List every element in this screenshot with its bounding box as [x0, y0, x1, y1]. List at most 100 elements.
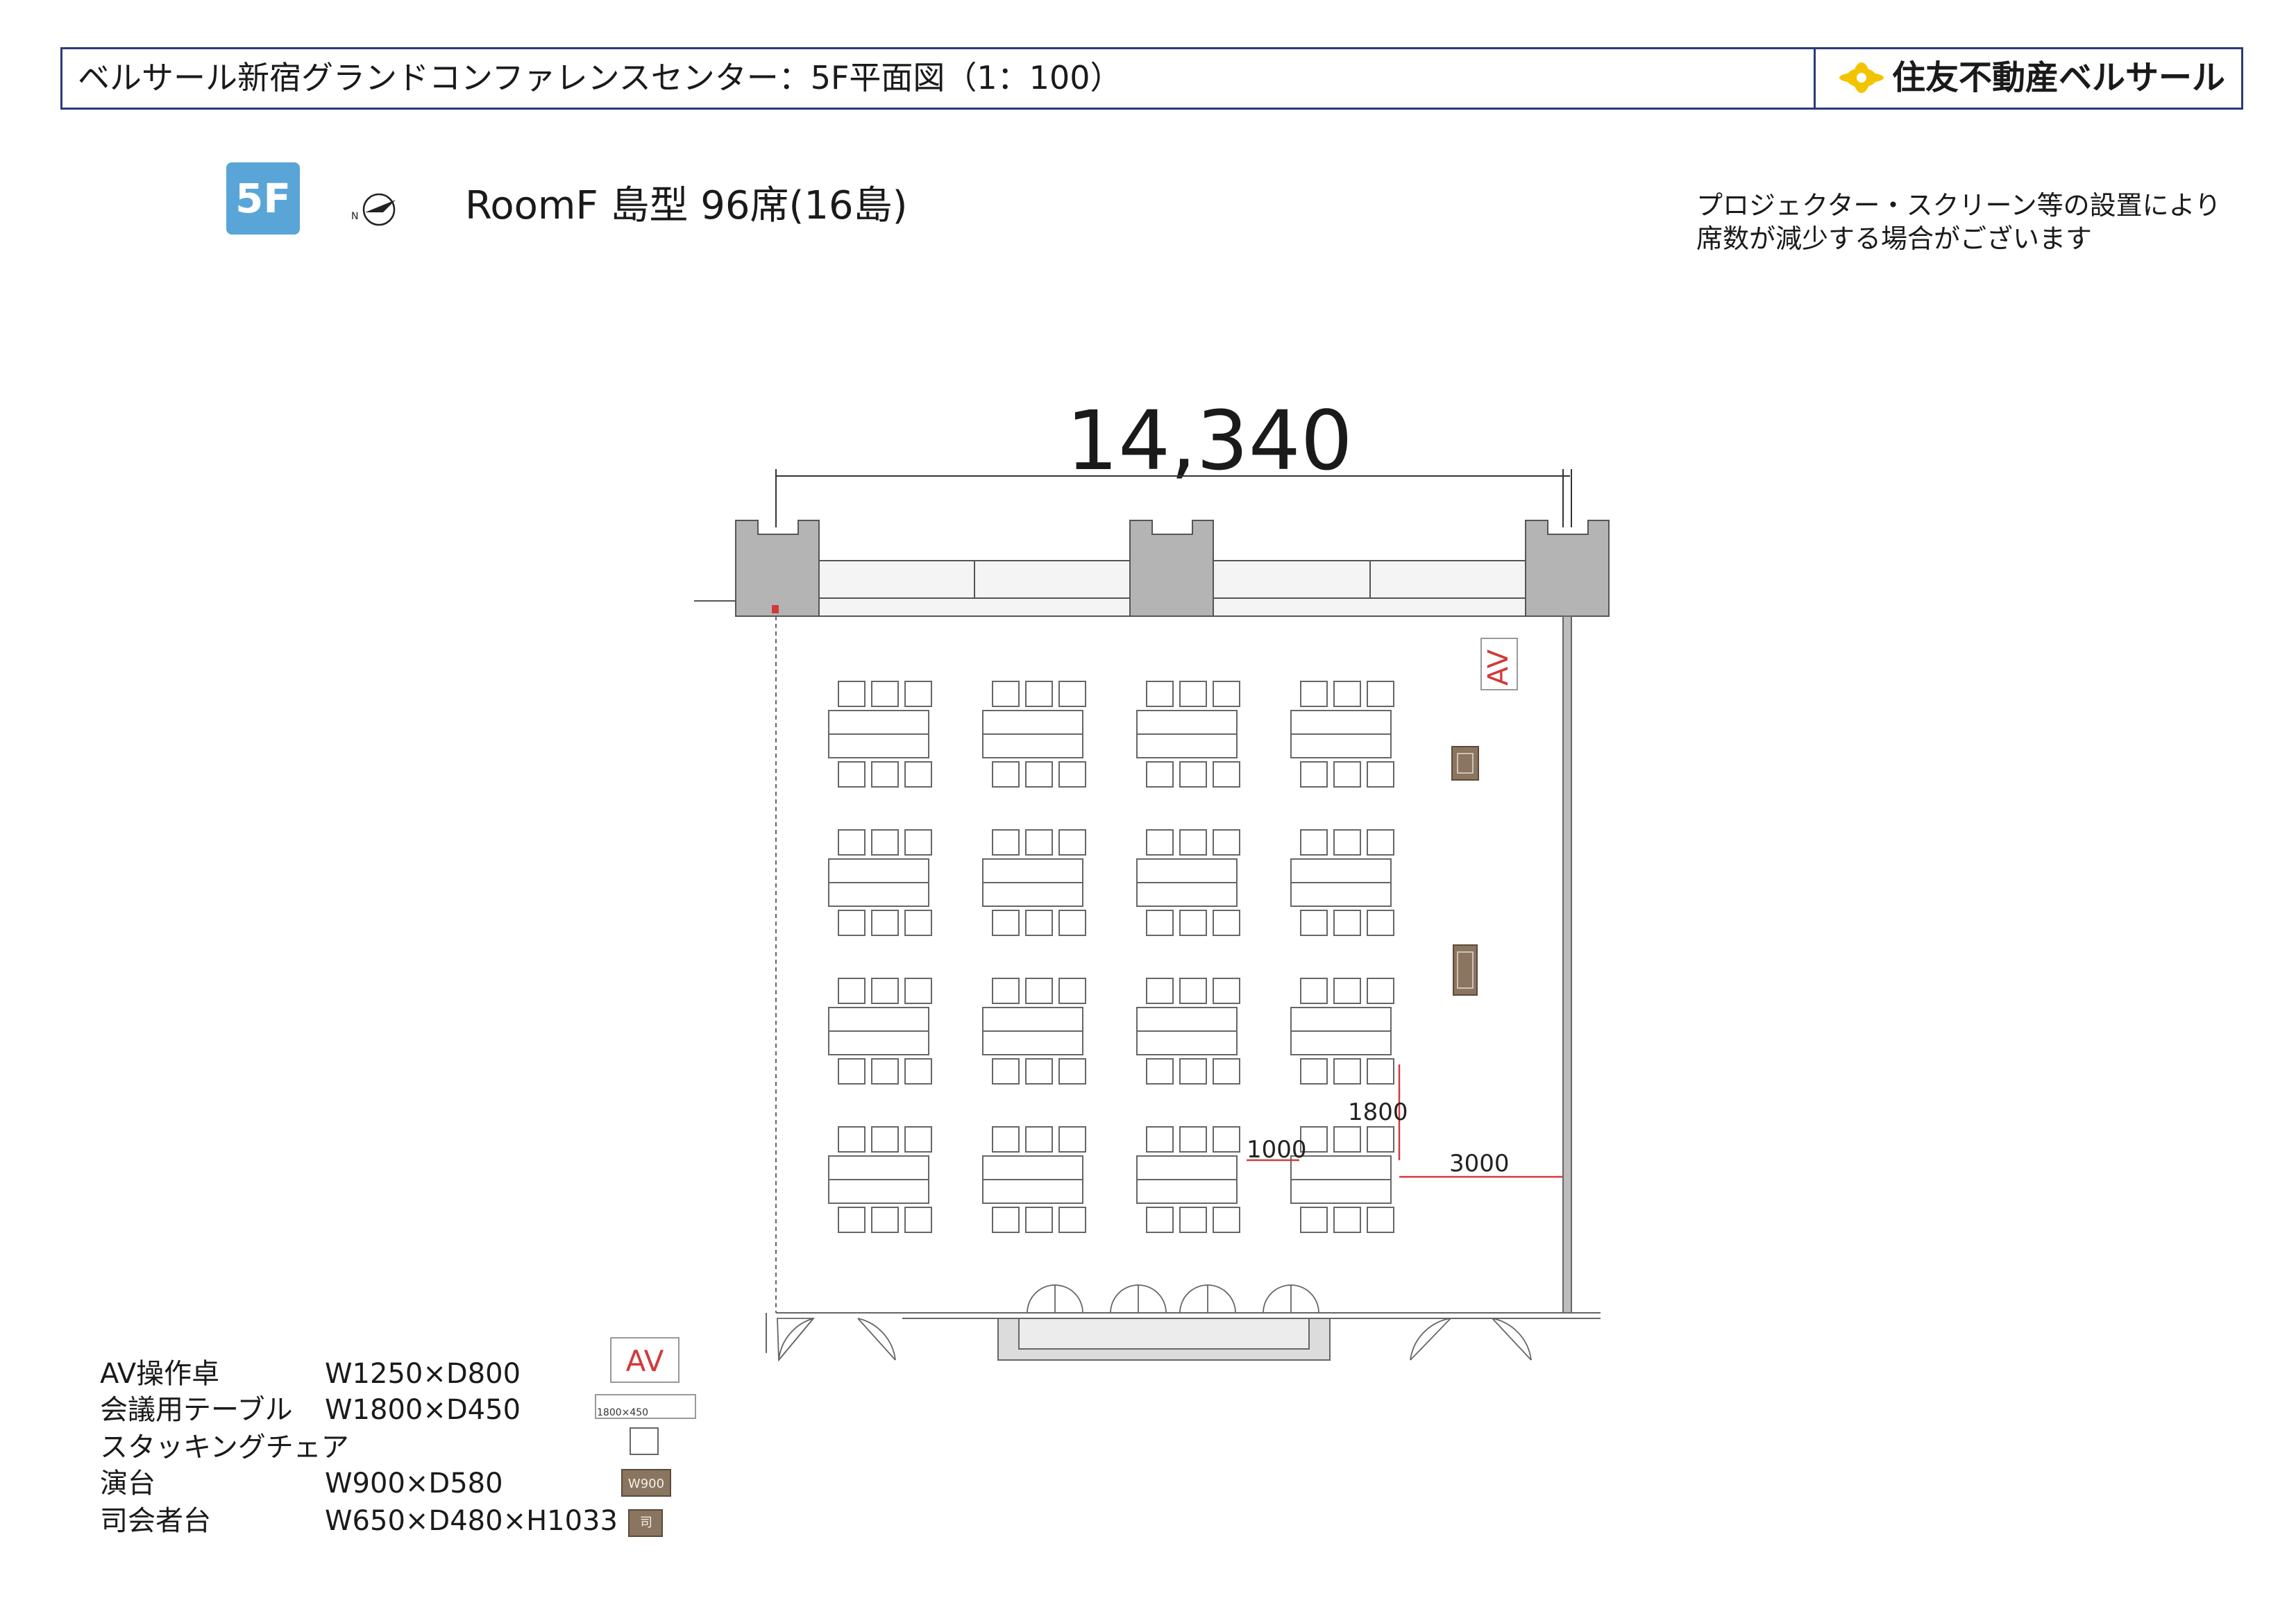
conference-table: [1290, 882, 1392, 907]
podium-icon: W900: [621, 1469, 671, 1497]
chair: [1025, 1207, 1053, 1233]
chair: [1333, 1126, 1361, 1153]
chair: [1213, 910, 1240, 936]
chair: [1025, 829, 1053, 856]
chair: [1213, 1058, 1240, 1085]
chair: [1300, 1058, 1328, 1085]
chair: [1333, 1207, 1361, 1233]
chair: [904, 1207, 932, 1233]
dim-horizontal-gap: 1000: [1247, 1136, 1307, 1164]
legend-size: W1800×D450: [325, 1394, 521, 1426]
chair: [838, 1126, 866, 1153]
chair: [871, 1126, 899, 1153]
conference-table: [982, 882, 1083, 907]
chair: [1058, 681, 1086, 707]
top-wall: [694, 520, 1610, 617]
seating-island: [1290, 681, 1394, 788]
seating-island: [1136, 829, 1240, 936]
chair: [1146, 761, 1174, 788]
chair: [1179, 829, 1207, 856]
width-dimension-line: [775, 469, 1572, 527]
chair: [1025, 761, 1053, 788]
chair: [1025, 1058, 1053, 1085]
conference-table: [1290, 1030, 1392, 1055]
chair: [992, 681, 1020, 707]
chair: [1179, 910, 1207, 936]
conference-table: [828, 882, 929, 907]
spacing-dimensions: 1800 1000 3000: [1247, 1064, 1563, 1178]
conference-table: [828, 1030, 929, 1055]
chair: [1179, 1058, 1207, 1085]
conference-table: [1136, 882, 1238, 907]
chair: [1213, 829, 1240, 856]
av-icon: AV: [610, 1337, 679, 1383]
column-marker: [772, 605, 779, 613]
legend-size: W1250×D800: [325, 1358, 521, 1390]
conference-table: [1290, 733, 1392, 758]
chair: [871, 1058, 899, 1085]
conference-table: [982, 710, 1083, 735]
chair: [838, 910, 866, 936]
chair: [838, 978, 866, 1004]
chair: [1300, 978, 1328, 1004]
chair: [904, 1126, 932, 1153]
chair: [1146, 681, 1174, 707]
chair: [838, 1207, 866, 1233]
column-right: [1525, 520, 1610, 617]
legend-name: 会議用テーブル: [100, 1394, 293, 1426]
right-wall: [1562, 615, 1572, 1314]
conference-table: [1290, 710, 1392, 735]
conference-table: [982, 1007, 1083, 1032]
legend-name: AV操作卓: [100, 1358, 220, 1390]
legend-row: AV操作卓: [100, 1356, 219, 1392]
conference-table: [1290, 858, 1392, 883]
chair: [1213, 1126, 1240, 1153]
chair: [1179, 681, 1207, 707]
chair: [1300, 761, 1328, 788]
chair: [1025, 978, 1053, 1004]
dim-vertical-gap: 1800: [1348, 1098, 1408, 1126]
chair: [1367, 681, 1394, 707]
chair: [1146, 1207, 1174, 1233]
conference-table: [828, 1155, 929, 1180]
av-desk[interactable]: AV: [1480, 638, 1518, 690]
chair: [1025, 910, 1053, 936]
chair: [1058, 910, 1086, 936]
seating-island: [1136, 681, 1240, 788]
podium[interactable]: [1451, 746, 1479, 781]
chair: [1179, 978, 1207, 1004]
chair: [838, 1058, 866, 1085]
chair: [992, 829, 1020, 856]
chair: [1058, 829, 1086, 856]
chair: [1367, 829, 1394, 856]
chair: [1300, 681, 1328, 707]
chair: [1333, 761, 1361, 788]
chair: [992, 1126, 1020, 1153]
seating-island: [982, 681, 1086, 788]
conference-table: [1136, 733, 1238, 758]
conference-table: [1136, 1179, 1238, 1204]
conference-table: [982, 1030, 1083, 1055]
conference-table: [1136, 1007, 1238, 1032]
chair: [1146, 829, 1174, 856]
chair: [1179, 761, 1207, 788]
column-left: [735, 520, 820, 617]
chair: [1333, 829, 1361, 856]
chair: [1058, 761, 1086, 788]
seating-island: [828, 681, 932, 788]
mc-stand-icon-label: 司: [640, 1515, 652, 1530]
chair: [1058, 1207, 1086, 1233]
chair: [871, 1207, 899, 1233]
conference-table: [828, 858, 929, 883]
mc-stand[interactable]: [1453, 944, 1478, 996]
chair: [992, 1207, 1020, 1233]
chair: [1025, 681, 1053, 707]
chair: [1213, 681, 1240, 707]
chair: [1333, 1058, 1361, 1085]
conference-table: [1136, 1155, 1238, 1180]
table-icon: 1800×450: [595, 1394, 696, 1419]
chair: [904, 978, 932, 1004]
table-icon-label: 1800×450: [597, 1407, 648, 1418]
chair: [1058, 978, 1086, 1004]
chair: [1333, 910, 1361, 936]
